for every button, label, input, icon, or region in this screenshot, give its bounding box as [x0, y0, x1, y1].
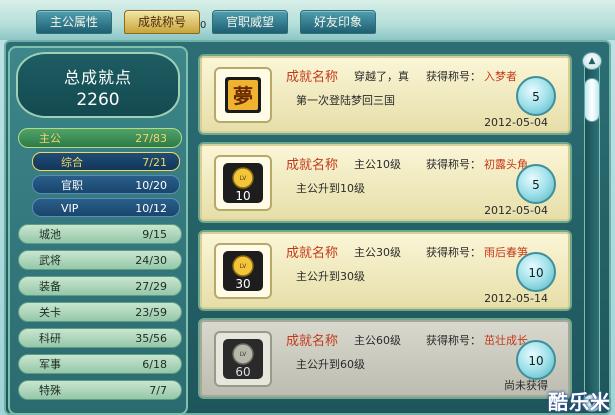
category-label: 装备: [39, 280, 61, 293]
achievement-title-label: 成就名称: [286, 158, 339, 173]
achievement-name: 主公60级: [354, 334, 401, 347]
level-medal-icon: LV 30: [214, 243, 272, 299]
category-count: 23/59: [135, 306, 167, 319]
tab-lord-attributes[interactable]: 主公属性: [36, 10, 112, 34]
medal-lv-text: LV: [240, 175, 248, 182]
tab-office-prestige[interactable]: 官职威望: [212, 10, 288, 34]
top-tab-bar: 主公属性 成就称号 0 官职威望 好友印象: [0, 0, 615, 40]
scroll-up-button[interactable]: ▲: [582, 52, 602, 70]
achievement-points: 5: [516, 76, 556, 116]
category-count: 35/56: [135, 332, 167, 345]
site-watermark: 酷乐米: [548, 390, 611, 414]
category-count: 6/18: [142, 358, 167, 371]
category-count: 27/29: [135, 280, 167, 293]
subcategory-label: 官职: [61, 179, 83, 192]
subcategory-count: 10/12: [135, 202, 167, 215]
subcategory-general[interactable]: 综合 7/21: [32, 152, 180, 171]
category-lord[interactable]: 主公 27/83: [18, 128, 182, 148]
achievement-points: 5: [516, 164, 556, 204]
scrollbar-thumb[interactable]: [584, 78, 600, 122]
category-stages[interactable]: 关卡 23/59: [18, 302, 182, 322]
reward-title-label: 获得称号：: [426, 158, 481, 171]
category-special[interactable]: 特殊 7/7: [18, 380, 182, 400]
achievement-card[interactable]: LV 10 成就名称 主公10级 获得称号： 初露头角 主公升到10级 5 20…: [198, 142, 572, 223]
medal-lv-text: LV: [240, 351, 248, 358]
achievement-date: 2012-05-04: [484, 204, 548, 217]
medal-level-number: 30: [235, 277, 250, 291]
achievement-title-label: 成就名称: [286, 334, 339, 349]
category-city[interactable]: 城池 9/15: [18, 224, 182, 244]
achievement-card[interactable]: 夢 成就名称 穿越了，真 获得称号： 入梦者 第一次登陆梦回三国 5 2012-…: [198, 54, 572, 135]
category-label: 科研: [39, 332, 61, 345]
category-label: 城池: [39, 228, 61, 241]
tab-achievements[interactable]: 成就称号: [124, 10, 200, 34]
level-medal-icon: LV 10: [214, 155, 272, 211]
category-label: 特殊: [39, 384, 61, 397]
achievement-name: 主公10级: [354, 158, 401, 171]
reward-title-label: 获得称号：: [426, 246, 481, 259]
achievement-card-locked[interactable]: LV 60 成就名称 主公60级 获得称号： 茁壮成长 主公升到60级 10 尚…: [198, 318, 572, 399]
subcategory-label: VIP: [61, 202, 79, 215]
achievement-title-label: 成就名称: [286, 246, 339, 261]
reward-title-value: 入梦者: [484, 70, 517, 83]
achievement-list: 夢 成就名称 穿越了，真 获得称号： 入梦者 第一次登陆梦回三国 5 2012-…: [194, 46, 578, 415]
category-equipment[interactable]: 装备 27/29: [18, 276, 182, 296]
category-count: 27/83: [135, 132, 167, 145]
medal-lv-text: LV: [240, 263, 248, 270]
achievement-name: 穿越了，真: [354, 70, 409, 83]
category-label: 主公: [39, 132, 61, 145]
achievement-description: 主公升到30级: [296, 270, 365, 283]
achievement-description: 第一次登陆梦回三国: [296, 94, 395, 107]
category-count: 7/7: [149, 384, 167, 397]
category-count: 9/15: [142, 228, 167, 241]
subcategory-count: 7/21: [142, 156, 167, 169]
subcategory-label: 综合: [61, 156, 83, 169]
medal-level-number: 60: [235, 365, 250, 379]
achievement-title-label: 成就名称: [286, 70, 339, 85]
tab-count: 0: [200, 20, 207, 31]
achievement-status: 尚未获得: [504, 379, 548, 392]
achievement-card[interactable]: LV 30 成就名称 主公30级 获得称号： 雨后春笋 主公升到30级 10 2…: [198, 230, 572, 311]
subcategory-vip[interactable]: VIP 10/12: [32, 198, 180, 217]
total-points-label: 总成就点: [63, 68, 132, 87]
category-research[interactable]: 科研 35/56: [18, 328, 182, 348]
level-medal-icon: LV 60: [214, 331, 272, 387]
reward-title-label: 获得称号：: [426, 70, 481, 83]
total-achievement-points: 总成就点 2260: [16, 52, 180, 118]
category-label: 关卡: [39, 306, 61, 319]
total-points-value: 2260: [76, 90, 120, 110]
achievement-points: 10: [516, 252, 556, 292]
category-label: 武将: [39, 254, 61, 267]
achievement-points: 10: [516, 340, 556, 380]
achievement-name: 主公30级: [354, 246, 401, 259]
badge-glyph: 夢: [233, 84, 253, 108]
achievement-date: 2012-05-14: [484, 292, 548, 305]
dream-badge-icon: 夢: [214, 67, 272, 123]
subcategory-count: 10/20: [135, 179, 167, 192]
category-generals[interactable]: 武将 24/30: [18, 250, 182, 270]
tab-friend-impression[interactable]: 好友印象: [300, 10, 376, 34]
achievement-date: 2012-05-04: [484, 116, 548, 129]
reward-title-label: 获得称号：: [426, 334, 481, 347]
achievement-description: 主公升到10级: [296, 182, 365, 195]
category-label: 军事: [39, 358, 61, 371]
achievement-description: 主公升到60级: [296, 358, 365, 371]
category-military[interactable]: 军事 6/18: [18, 354, 182, 374]
subcategory-office[interactable]: 官职 10/20: [32, 175, 180, 194]
medal-level-number: 10: [235, 189, 250, 203]
category-count: 24/30: [135, 254, 167, 267]
